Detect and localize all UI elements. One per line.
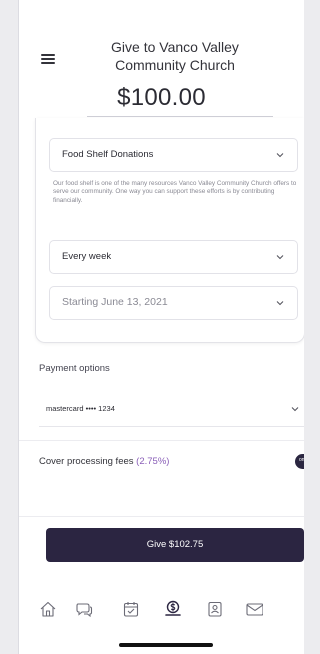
processing-fees-percent: (2.75%) bbox=[136, 456, 170, 467]
processing-fees-toggle[interactable]: on bbox=[295, 454, 304, 469]
chevron-down-icon bbox=[291, 407, 299, 412]
give-icon[interactable] bbox=[164, 600, 182, 618]
mail-icon[interactable] bbox=[245, 600, 263, 618]
frequency-select[interactable]: Every week bbox=[49, 240, 298, 274]
calendar-icon[interactable] bbox=[122, 600, 140, 618]
page-title: Give to Vanco Valley Community Church bbox=[75, 38, 275, 74]
chevron-down-icon bbox=[276, 255, 284, 260]
divider bbox=[19, 516, 304, 517]
give-button[interactable]: Give $102.75 bbox=[46, 528, 304, 562]
bottom-tab-bar bbox=[19, 594, 304, 624]
payment-method-value: mastercard •••• 1234 bbox=[46, 404, 115, 413]
frequency-select-value: Every week bbox=[62, 251, 112, 262]
processing-fees-label: Cover processing fees (2.75%) bbox=[39, 456, 169, 467]
payment-method-select[interactable]: mastercard •••• 1234 bbox=[39, 392, 304, 427]
fund-select[interactable]: Food Shelf Donations bbox=[49, 138, 298, 172]
amount-underline bbox=[87, 116, 273, 117]
start-date-select[interactable]: Starting June 13, 2021 bbox=[49, 286, 298, 320]
giving-screen: Give to Vanco Valley Community Church $1… bbox=[18, 0, 304, 654]
chevron-down-icon bbox=[276, 153, 284, 158]
chat-icon[interactable] bbox=[75, 600, 93, 618]
divider bbox=[19, 440, 304, 441]
processing-fees-row: Cover processing fees (2.75%) on bbox=[39, 454, 304, 474]
start-date-value: Starting June 13, 2021 bbox=[62, 296, 168, 308]
amount-field[interactable]: $100.00 bbox=[19, 84, 304, 112]
header: Give to Vanco Valley Community Church bbox=[19, 30, 304, 88]
chevron-down-icon bbox=[276, 301, 284, 306]
home-icon[interactable] bbox=[39, 600, 57, 618]
fund-select-value: Food Shelf Donations bbox=[62, 149, 154, 160]
processing-fees-text: Cover processing fees bbox=[39, 456, 134, 467]
toggle-state-label: on bbox=[299, 457, 304, 463]
payment-options-label: Payment options bbox=[39, 363, 110, 374]
page-title-line2: Community Church bbox=[115, 57, 235, 73]
fund-description: Our food shelf is one of the many resour… bbox=[53, 180, 297, 204]
contact-icon[interactable] bbox=[206, 600, 224, 618]
hamburger-menu-icon[interactable] bbox=[41, 54, 55, 64]
page-title-line1: Give to Vanco Valley bbox=[111, 39, 239, 55]
home-indicator bbox=[119, 643, 213, 647]
